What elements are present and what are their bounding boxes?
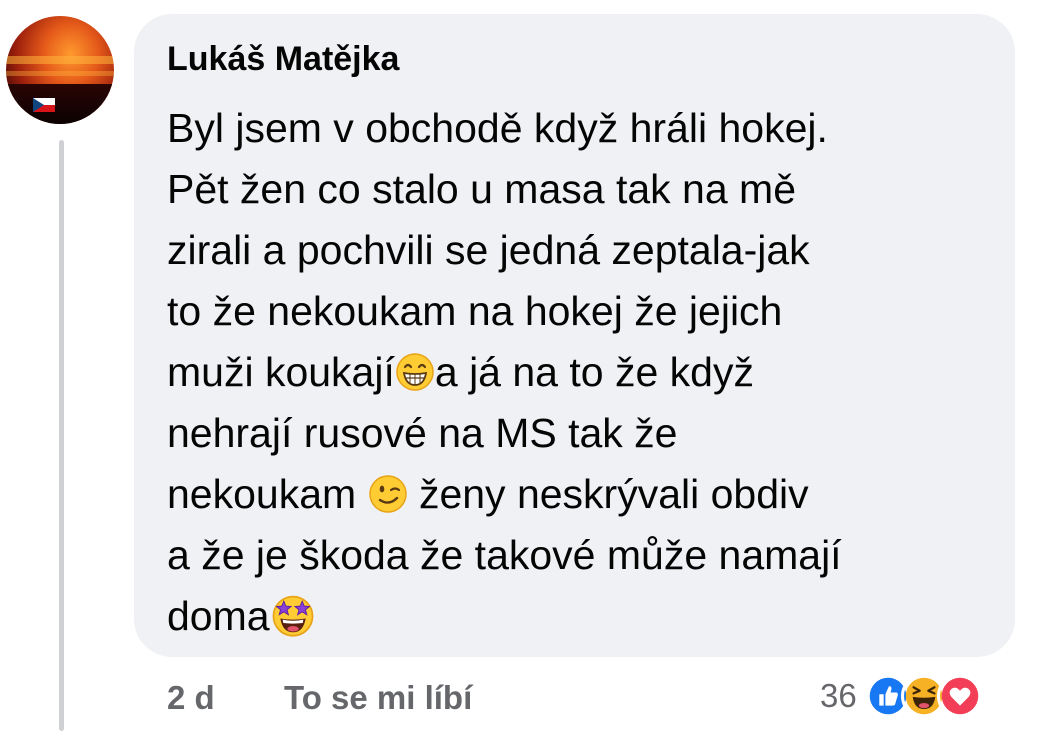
comment-text-segment: a že je škoda že takové může namají (167, 532, 842, 578)
comment-line: muži koukají a já na to že když (167, 342, 1007, 403)
reaction-count: 36 (820, 677, 857, 714)
comment-line: to že nekoukam na hokej že jejich (167, 281, 1007, 342)
comment-line: doma (167, 586, 1007, 647)
winking-face-icon (368, 475, 407, 513)
reactions-summary[interactable]: 36 (820, 670, 983, 722)
comment-text-segment: to že nekoukam na hokej že jejich (167, 288, 783, 334)
comment-line: zirali a pochvili se jedná zeptala-jak (167, 220, 1007, 281)
comment-author-name[interactable]: Lukáš Matějka (167, 40, 399, 79)
comment-line: a že je škoda že takové může namají (167, 525, 1007, 586)
comment-text-segment: a já na to že když (434, 349, 754, 395)
grinning-face-with-smiling-eyes-icon (396, 353, 434, 391)
comment-text-segment: Byl jsem v obchodě když hráli hokej. (167, 105, 828, 151)
comment-line: Pět žen co stalo u masa tak na mě (167, 159, 1007, 220)
czech-flag-icon (33, 98, 55, 112)
thread-line (59, 140, 64, 731)
comment-text-segment: zirali a pochvili se jedná zeptala-jak (167, 227, 810, 273)
avatar-sunset-band (6, 56, 114, 64)
star-struck-face-icon (272, 595, 313, 637)
comment-text: Byl jsem v obchodě když hráli hokej. Pět… (167, 98, 1007, 647)
comment-text-segment: Pět žen co stalo u masa tak na mě (167, 166, 796, 212)
comment-text-segment: ženy neskrývali obdiv (407, 471, 809, 517)
comment-text-segment: nehrají rusové na MS tak že (167, 410, 678, 456)
like-button[interactable]: To se mi líbí (284, 679, 472, 717)
avatar-ground (6, 84, 114, 124)
comment-text-segment: nekoukam (167, 471, 368, 517)
comment-line: Byl jsem v obchodě když hráli hokej. (167, 98, 1007, 159)
comment-screen: Lukáš Matějka Byl jsem v obchodě když hr… (0, 0, 1038, 731)
comment-line: nehrají rusové na MS tak že (167, 403, 1007, 464)
comment-timestamp[interactable]: 2 d (167, 679, 215, 717)
comment-line: nekoukam ženy neskrývali obdiv (167, 464, 1007, 525)
love-reaction-icon (936, 673, 983, 719)
comment-text-segment: doma (167, 593, 270, 639)
author-avatar[interactable] (6, 16, 114, 124)
comment-text-segment: muži koukají (167, 349, 395, 395)
avatar-sunset-band (6, 71, 114, 76)
